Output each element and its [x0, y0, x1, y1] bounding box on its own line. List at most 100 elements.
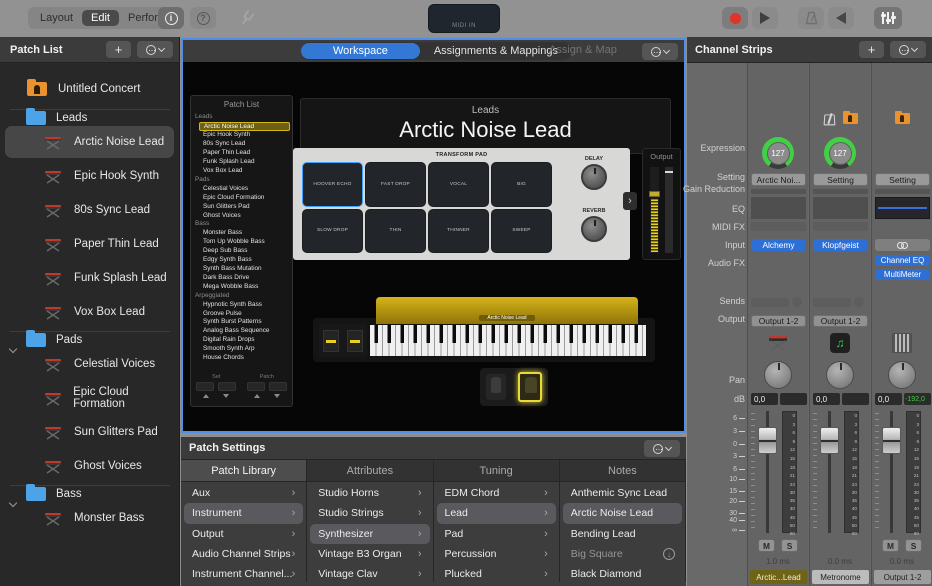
onscreen-patch-item[interactable]: Arctic Noise Lead: [199, 122, 290, 132]
patch-settings-tab-attributes[interactable]: Attributes: [307, 460, 433, 481]
selector-up-arrow[interactable]: [203, 394, 209, 398]
solo-button[interactable]: S: [905, 539, 922, 552]
send-slot[interactable]: [751, 297, 802, 307]
library-item[interactable]: Pad›: [437, 524, 556, 544]
output-slot[interactable]: Output 1-2: [751, 315, 806, 327]
transform-pad[interactable]: SWEEP: [491, 209, 552, 254]
solo-button[interactable]: S: [781, 539, 798, 552]
play-button[interactable]: [752, 7, 778, 29]
channel-strip[interactable]: 127Arctic Noi...AlchemyOutput 1-20,00369…: [747, 63, 808, 586]
sustain-pedal[interactable]: [486, 374, 506, 400]
tab-workspace[interactable]: Workspace: [301, 43, 420, 59]
library-item[interactable]: Percussion›: [437, 544, 556, 564]
patch-settings-tab-notes[interactable]: Notes: [560, 460, 686, 481]
setting-button[interactable]: Setting: [875, 173, 930, 186]
onscreen-patch-item[interactable]: Edgy Synth Bass: [191, 256, 292, 265]
info-button[interactable]: i: [158, 7, 184, 29]
selector-buttons[interactable]: [247, 382, 287, 391]
patch-list-action-menu[interactable]: [137, 41, 173, 58]
eq-thumbnail[interactable]: [875, 197, 930, 219]
onscreen-patch-item[interactable]: Torn Up Wobble Bass: [191, 238, 292, 247]
onscreen-patch-list[interactable]: Patch List LeadsArctic Noise LeadEpic Ho…: [190, 95, 293, 407]
volume-fader[interactable]: [820, 427, 839, 454]
onscreen-patch-item[interactable]: Funk Splash Lead: [191, 158, 292, 167]
sidebar-patch-row[interactable]: Paper Thin Lead: [0, 227, 179, 261]
mode-edit[interactable]: Edit: [82, 10, 119, 26]
delay-knob[interactable]: [581, 164, 607, 190]
pan-knob[interactable]: [888, 361, 916, 389]
onscreen-patch-item[interactable]: Paper Thin Lead: [191, 149, 292, 158]
strip-nameplate[interactable]: Metronome: [812, 570, 869, 584]
library-item[interactable]: Studio Strings›: [310, 503, 429, 523]
transform-pad[interactable]: HOOVER ECHO: [302, 162, 363, 207]
strip-nameplate[interactable]: Arctic...Lead: [750, 570, 807, 584]
sidebar-patch-row[interactable]: Funk Splash Lead: [0, 261, 179, 295]
library-item[interactable]: Audio Channel Strips›: [184, 544, 303, 564]
onscreen-patch-item[interactable]: Vox Box Lead: [191, 167, 292, 176]
onscreen-patch-item[interactable]: Deep Sub Bass: [191, 247, 292, 256]
library-item[interactable]: Aux›: [184, 483, 303, 503]
sidebar-concert-row[interactable]: Untitled Concert: [0, 71, 179, 107]
library-item[interactable]: Plucked›: [437, 564, 556, 584]
onscreen-patch-item[interactable]: Smooth Synth Arp: [191, 345, 292, 354]
library-item[interactable]: Bending Lead: [563, 524, 682, 544]
record-button[interactable]: [722, 7, 748, 29]
transform-pad[interactable]: VOCAL: [428, 162, 489, 207]
library-item[interactable]: Output›: [184, 524, 303, 544]
workspace-action-menu[interactable]: [642, 43, 678, 60]
onscreen-keyboard[interactable]: [369, 324, 647, 357]
onscreen-patch-item[interactable]: Digital Rain Drops: [191, 336, 292, 345]
library-item[interactable]: Vintage B3 Organ›: [310, 544, 429, 564]
onscreen-patch-item[interactable]: Dark Bass Drive: [191, 274, 292, 283]
library-item[interactable]: Studio Horns›: [310, 483, 429, 503]
onscreen-patch-item[interactable]: Synth Bass Mutation: [191, 265, 292, 274]
selector-down-arrow[interactable]: [223, 394, 229, 398]
pan-knob[interactable]: [826, 361, 854, 389]
onscreen-patch-item[interactable]: Celestial Voices: [191, 185, 292, 194]
channel-strip[interactable]: SettingChannel EQMultiMeter0,0-192,00369…: [871, 63, 932, 586]
library-item[interactable]: Synthesizer›: [310, 524, 429, 544]
next-page-chevron[interactable]: ›: [623, 192, 637, 210]
mode-switcher[interactable]: Layout Edit Perform: [28, 7, 179, 29]
onscreen-patch-item[interactable]: Monster Bass: [191, 229, 292, 238]
setting-button[interactable]: Arctic Noi...: [751, 173, 806, 186]
onscreen-patch-item[interactable]: Mega Wobble Bass: [191, 283, 292, 292]
onscreen-patch-item[interactable]: Epic Hook Synth: [191, 131, 292, 140]
sidebar-patch-row[interactable]: Sun Glitters Pad: [0, 415, 179, 449]
onscreen-patch-item[interactable]: Ghost Voices: [191, 212, 292, 221]
onscreen-patch-item[interactable]: Epic Cloud Formation: [191, 194, 292, 203]
expression-knob[interactable]: 127: [762, 137, 794, 169]
channel-strips-action-menu[interactable]: [890, 41, 926, 58]
transform-pad[interactable]: THINNER: [428, 209, 489, 254]
sidebar-set-folder[interactable]: Bass: [0, 487, 20, 501]
sidebar-patch-row[interactable]: Epic Hook Synth: [0, 159, 179, 193]
transform-pad[interactable]: BIG: [491, 162, 552, 207]
onscreen-patch-item[interactable]: 80s Sync Lead: [191, 140, 292, 149]
transform-pad[interactable]: THIN: [365, 209, 426, 254]
library-item[interactable]: Vintage Clav›: [310, 564, 429, 584]
sidebar-patch-row[interactable]: Arctic Noise Lead: [0, 125, 179, 159]
sidebar-patch-row[interactable]: Vox Box Lead: [0, 295, 179, 329]
midi-fx-slot[interactable]: [813, 222, 868, 231]
download-icon[interactable]: ↓: [663, 548, 675, 560]
volume-db-value[interactable]: 0,0: [875, 393, 902, 405]
library-item[interactable]: Anthemic Sync Lead: [563, 483, 682, 503]
library-item[interactable]: Instrument›: [184, 503, 303, 523]
onscreen-patch-item[interactable]: Hypnotic Synth Bass: [191, 301, 292, 310]
library-item[interactable]: Arctic Noise Lead: [563, 503, 682, 523]
onscreen-patch-item[interactable]: Synth Burst Patterns: [191, 318, 292, 327]
master-mute-button[interactable]: [828, 7, 854, 29]
mute-button[interactable]: M: [882, 539, 899, 552]
selector-up-arrow[interactable]: [254, 394, 260, 398]
library-item[interactable]: Lead›: [437, 503, 556, 523]
sidebar-patch-row[interactable]: Epic Cloud Formation: [0, 381, 179, 415]
pan-knob[interactable]: [764, 361, 792, 389]
selector-down-arrow[interactable]: [274, 394, 280, 398]
audio-fx-slot[interactable]: MultiMeter: [875, 269, 930, 280]
sidebar-patch-row[interactable]: Ghost Voices: [0, 449, 179, 483]
library-item[interactable]: EDM Chord›: [437, 483, 556, 503]
onscreen-patch-item[interactable]: House Chords: [191, 354, 292, 363]
audio-fx-slot[interactable]: Channel EQ: [875, 255, 930, 266]
input-slot[interactable]: Klopfgeist: [813, 239, 868, 251]
send-slot[interactable]: [813, 297, 864, 307]
